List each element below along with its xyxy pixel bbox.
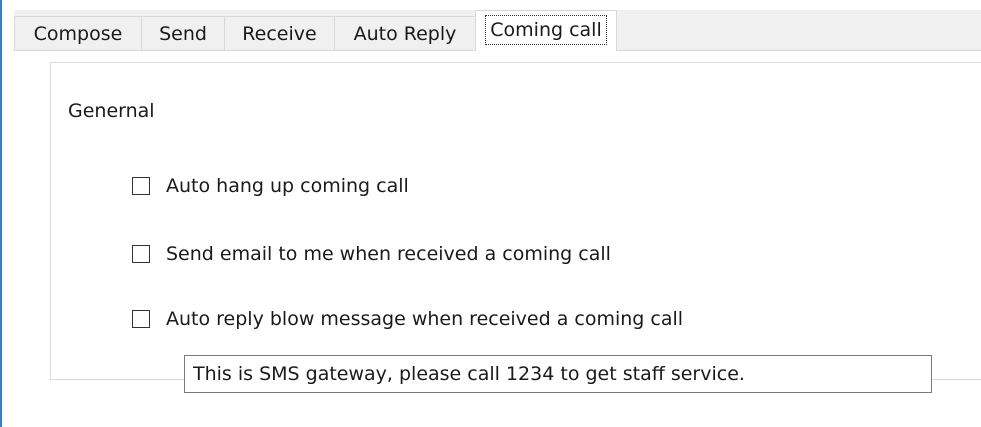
tab-auto-reply-label: Auto Reply (353, 23, 457, 45)
general-group-title: Genernal (64, 98, 159, 124)
option-send-email[interactable]: Send email to me when received a coming … (132, 240, 611, 268)
option-auto-reply[interactable]: Auto reply blow message when received a … (132, 305, 683, 333)
window-left-border (0, 0, 2, 427)
auto-hang-up-label: Auto hang up coming call (166, 175, 409, 197)
tab-compose[interactable]: Compose (14, 16, 142, 50)
tab-coming-call[interactable]: Coming call (475, 10, 617, 51)
tab-auto-reply[interactable]: Auto Reply (334, 16, 476, 50)
auto-reply-message-input[interactable] (184, 355, 932, 393)
tab-coming-call-label: Coming call (485, 15, 607, 45)
tab-compose-label: Compose (33, 23, 123, 45)
settings-window: Compose Send Receive Auto Reply Coming c… (0, 0, 981, 427)
send-email-checkbox[interactable] (132, 245, 150, 263)
auto-hang-up-checkbox[interactable] (132, 177, 150, 195)
tab-receive[interactable]: Receive (224, 16, 335, 50)
auto-reply-label: Auto reply blow message when received a … (166, 308, 684, 330)
option-auto-hang-up[interactable]: Auto hang up coming call (132, 172, 409, 200)
send-email-label: Send email to me when received a coming … (166, 243, 611, 265)
tab-strip: Compose Send Receive Auto Reply Coming c… (14, 10, 981, 51)
tab-send-label: Send (159, 23, 207, 45)
tab-send[interactable]: Send (141, 16, 225, 50)
auto-reply-checkbox[interactable] (132, 310, 150, 328)
tab-receive-label: Receive (242, 23, 317, 45)
